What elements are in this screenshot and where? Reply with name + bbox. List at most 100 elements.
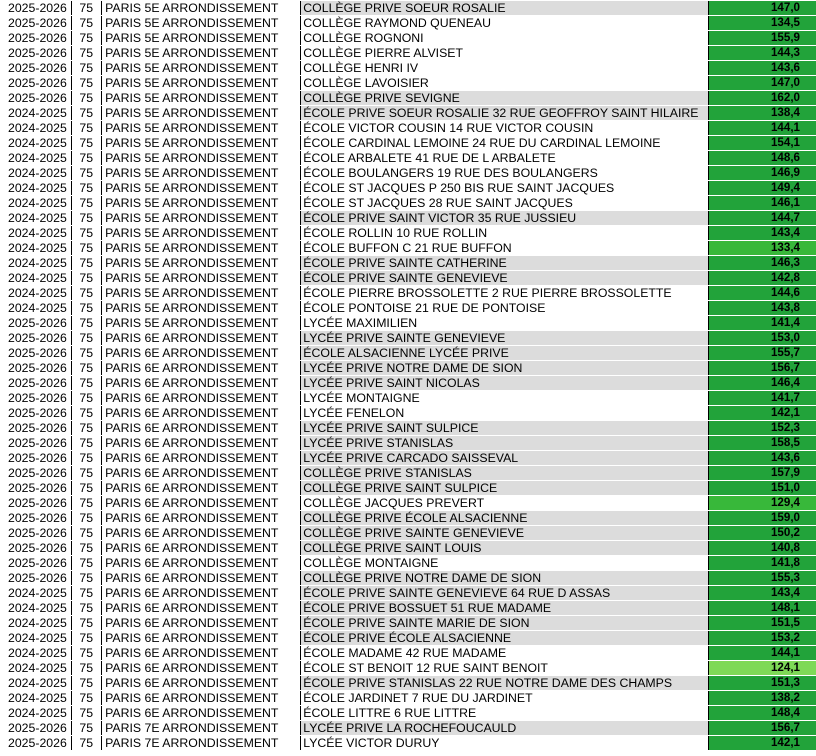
school-name-cell: ÉCOLE PRIVE ÉCOLE ALSACIENNE bbox=[300, 630, 709, 646]
year-cell: 2025-2026 bbox=[0, 465, 72, 481]
score-cell: 138,2 bbox=[708, 690, 816, 706]
table-row: 2025-2026 75 PARIS 6E ARRONDISSEMENT LYCÉE … bbox=[0, 390, 816, 406]
year-cell: 2024-2025 bbox=[0, 135, 72, 151]
school-name-cell: COLLÈGE MONTAIGNE bbox=[300, 555, 709, 571]
city-cell: PARIS 5E ARRONDISSEMENT bbox=[101, 90, 302, 106]
city-cell: PARIS 6E ARRONDISSEMENT bbox=[101, 435, 302, 451]
department-cell: 75 bbox=[71, 330, 103, 346]
school-name-cell: ÉCOLE BUFFON C 21 RUE BUFFON bbox=[300, 240, 709, 256]
department-cell: 75 bbox=[71, 705, 103, 721]
year-cell: 2024-2025 bbox=[0, 630, 72, 646]
department-cell: 75 bbox=[71, 720, 103, 736]
table-row: 2024-2025 75 PARIS 6E ARRONDISSEMENT ÉCOLE … bbox=[0, 645, 816, 661]
school-name-cell: ÉCOLE PRIVE SAINT VICTOR 35 RUE JUSSIEU bbox=[300, 210, 709, 226]
city-cell: PARIS 6E ARRONDISSEMENT bbox=[101, 660, 302, 676]
score-cell: 138,4 bbox=[708, 105, 816, 121]
year-cell: 2024-2025 bbox=[0, 180, 72, 196]
table-row: 2024-2025 75 PARIS 5E ARRONDISSEMENT ÉCOLE … bbox=[0, 165, 816, 181]
score-cell: 140,8 bbox=[708, 540, 816, 556]
school-name-cell: ÉCOLE LITTRE 6 RUE LITTRE bbox=[300, 705, 709, 721]
year-cell: 2025-2026 bbox=[0, 390, 72, 406]
city-cell: PARIS 5E ARRONDISSEMENT bbox=[101, 240, 302, 256]
department-cell: 75 bbox=[71, 540, 103, 556]
table-row: 2025-2026 75 PARIS 6E ARRONDISSEMENT COLLÈG… bbox=[0, 525, 816, 541]
school-name-cell: ÉCOLE CARDINAL LEMOINE 24 RUE DU CARDINA… bbox=[300, 135, 709, 151]
city-cell: PARIS 5E ARRONDISSEMENT bbox=[101, 120, 302, 136]
score-cell: 157,9 bbox=[708, 465, 816, 481]
score-cell: 151,5 bbox=[708, 615, 816, 631]
table-row: 2024-2025 75 PARIS 5E ARRONDISSEMENT ÉCOLE … bbox=[0, 105, 816, 121]
department-cell: 75 bbox=[71, 15, 103, 31]
department-cell: 75 bbox=[71, 675, 103, 691]
score-cell: 153,0 bbox=[708, 330, 816, 346]
table-body: 2025-2026 75 PARIS 5E ARRONDISSEMENT COLLÈG… bbox=[0, 1, 816, 751]
city-cell: PARIS 5E ARRONDISSEMENT bbox=[101, 210, 302, 226]
table-row: 2025-2026 75 PARIS 6E ARRONDISSEMENT LYCÉE … bbox=[0, 360, 816, 376]
city-cell: PARIS 6E ARRONDISSEMENT bbox=[101, 690, 302, 706]
city-cell: PARIS 6E ARRONDISSEMENT bbox=[101, 345, 302, 361]
school-name-cell: ÉCOLE ST BENOIT 12 RUE SAINT BENOIT bbox=[300, 660, 709, 676]
year-cell: 2025-2026 bbox=[0, 60, 72, 76]
city-cell: PARIS 6E ARRONDISSEMENT bbox=[101, 480, 302, 496]
city-cell: PARIS 5E ARRONDISSEMENT bbox=[101, 150, 302, 166]
table-row: 2024-2025 75 PARIS 5E ARRONDISSEMENT ÉCOLE … bbox=[0, 285, 816, 301]
score-cell: 146,4 bbox=[708, 375, 816, 391]
department-cell: 75 bbox=[71, 615, 103, 631]
department-cell: 75 bbox=[71, 180, 103, 196]
school-name-cell: ÉCOLE PRIVE SAINTE MARIE DE SION bbox=[300, 615, 709, 631]
city-cell: PARIS 5E ARRONDISSEMENT bbox=[101, 45, 302, 61]
school-name-cell: ÉCOLE ST JACQUES 28 RUE SAINT JACQUES bbox=[300, 195, 709, 211]
score-cell: 146,3 bbox=[708, 255, 816, 271]
table-row: 2025-2026 75 PARIS 6E ARRONDISSEMENT COLLÈG… bbox=[0, 555, 816, 571]
city-cell: PARIS 6E ARRONDISSEMENT bbox=[101, 630, 302, 646]
school-name-cell: COLLÈGE PRIVE SOEUR ROSALIE bbox=[300, 1, 709, 16]
city-cell: PARIS 6E ARRONDISSEMENT bbox=[101, 570, 302, 586]
year-cell: 2024-2025 bbox=[0, 120, 72, 136]
department-cell: 75 bbox=[71, 405, 103, 421]
score-cell: 144,3 bbox=[708, 45, 816, 61]
school-name-cell: COLLÈGE PRIVE SAINT SULPICE bbox=[300, 480, 709, 496]
school-name-cell: ÉCOLE PRIVE STANISLAS 22 RUE NOTRE DAME … bbox=[300, 675, 709, 691]
department-cell: 75 bbox=[71, 165, 103, 181]
city-cell: PARIS 5E ARRONDISSEMENT bbox=[101, 255, 302, 271]
department-cell: 75 bbox=[71, 585, 103, 601]
table-row: 2025-2026 75 PARIS 6E ARRONDISSEMENT LYCÉE … bbox=[0, 330, 816, 346]
table-row: 2024-2025 75 PARIS 5E ARRONDISSEMENT ÉCOLE … bbox=[0, 120, 816, 136]
table-row: 2025-2026 75 PARIS 5E ARRONDISSEMENT COLLÈG… bbox=[0, 1, 816, 16]
city-cell: PARIS 5E ARRONDISSEMENT bbox=[101, 195, 302, 211]
table-row: 2025-2026 75 PARIS 5E ARRONDISSEMENT LYCÉE … bbox=[0, 315, 816, 331]
school-name-cell: COLLÈGE LAVOISIER bbox=[300, 75, 709, 91]
school-name-cell: ÉCOLE MADAME 42 RUE MADAME bbox=[300, 645, 709, 661]
school-name-cell: ÉCOLE ARBALETE 41 RUE DE L ARBALETE bbox=[300, 150, 709, 166]
school-name-cell: ÉCOLE PIERRE BROSSOLETTE 2 RUE PIERRE BR… bbox=[300, 285, 709, 301]
department-cell: 75 bbox=[71, 495, 103, 511]
city-cell: PARIS 6E ARRONDISSEMENT bbox=[101, 555, 302, 571]
department-cell: 75 bbox=[71, 660, 103, 676]
school-name-cell: ÉCOLE PRIVE SAINTE GENEVIEVE bbox=[300, 270, 709, 286]
score-cell: 142,1 bbox=[708, 735, 816, 751]
year-cell: 2025-2026 bbox=[0, 405, 72, 421]
table-row: 2025-2026 75 PARIS 6E ARRONDISSEMENT ÉCOLE … bbox=[0, 345, 816, 361]
year-cell: 2025-2026 bbox=[0, 540, 72, 556]
table-row: 2024-2025 75 PARIS 6E ARRONDISSEMENT ÉCOLE … bbox=[0, 690, 816, 706]
school-name-cell: LYCÉE PRIVE SAINTE GENEVIEVE bbox=[300, 330, 709, 346]
table-row: 2025-2026 75 PARIS 5E ARRONDISSEMENT COLLÈG… bbox=[0, 90, 816, 106]
school-name-cell: LYCÉE PRIVE SAINT NICOLAS bbox=[300, 375, 709, 391]
table-row: 2024-2025 75 PARIS 6E ARRONDISSEMENT ÉCOLE … bbox=[0, 675, 816, 691]
city-cell: PARIS 5E ARRONDISSEMENT bbox=[101, 60, 302, 76]
city-cell: PARIS 5E ARRONDISSEMENT bbox=[101, 135, 302, 151]
table-row: 2025-2026 75 PARIS 5E ARRONDISSEMENT COLLÈG… bbox=[0, 60, 816, 76]
year-cell: 2024-2025 bbox=[0, 645, 72, 661]
year-cell: 2025-2026 bbox=[0, 30, 72, 46]
city-cell: PARIS 6E ARRONDISSEMENT bbox=[101, 510, 302, 526]
score-cell: 155,3 bbox=[708, 570, 816, 586]
year-cell: 2025-2026 bbox=[0, 315, 72, 331]
city-cell: PARIS 5E ARRONDISSEMENT bbox=[101, 315, 302, 331]
score-cell: 148,4 bbox=[708, 705, 816, 721]
school-name-cell: COLLÈGE PRIVE SEVIGNE bbox=[300, 90, 709, 106]
department-cell: 75 bbox=[71, 255, 103, 271]
score-cell: 152,3 bbox=[708, 420, 816, 436]
score-cell: 143,8 bbox=[708, 300, 816, 316]
department-cell: 75 bbox=[71, 390, 103, 406]
department-cell: 75 bbox=[71, 210, 103, 226]
